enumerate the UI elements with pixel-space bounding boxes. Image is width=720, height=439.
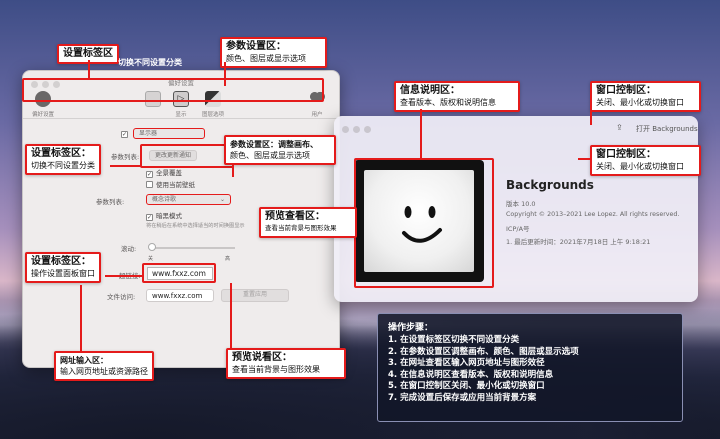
annotation-tab-area-mid: 设置标签区： 切换不同设置分类 [25,144,101,175]
toolbar-divider [23,118,339,119]
about-zoom-button[interactable] [364,126,371,133]
step-item: 2. 在参数设置区调整画布、颜色、图层或显示选项 [388,346,579,357]
open-backgrounds-link[interactable]: 打开 Backgrounds [636,124,698,134]
annotation-preview-bottom: 预览说看区： 查看当前背景与图形效果 [226,348,346,379]
about-minimize-button[interactable] [353,126,360,133]
step-item: 5. 在窗口控制区关闭、最小化或切换窗口 [388,381,545,392]
connector-line [105,275,143,277]
checkbox-desktop-label: 使用当前壁纸 [156,181,195,189]
file-field[interactable]: www.fxxz.com [146,289,214,302]
app-name: Backgrounds [506,178,594,192]
tiny-note: 将在稍后在系统中选择适当的时间换图显示 [146,223,245,229]
connector-line [88,60,90,80]
annotation-param-area-top: 参数设置区： 颜色、图层或显示选项 [220,37,327,68]
file-label: 文件访问: [107,293,136,301]
annotation-window-ctrl-1: 窗口控制区： 关闭、最小化或切换窗口 [590,81,701,112]
app-updated: 1. 最后更新时间：2021年7月18日 上午 9:18:21 [506,238,651,246]
chevron-down-icon: ⌄ [219,196,225,203]
checkbox-dark-label: 暗黑模式 [156,212,182,220]
display-dropdown-value: 显示器 [139,130,158,137]
url-highlight [142,263,216,283]
connector-line [80,285,82,351]
checkbox-desktop[interactable]: 使用当前壁纸 [146,179,195,189]
annotation-tab-area-low: 设置标签区： 操作设置面板窗口 [25,252,101,283]
checkbox-all[interactable]: ✓ 全景覆盖 [146,167,182,178]
about-close-button[interactable] [342,126,349,133]
step-item: 7. 完成设置后保存或应用当前背景方案 [388,392,537,403]
annotation-url-area: 网址输入区： 输入网页地址或资源路径 [54,351,154,381]
share-icon[interactable]: ⇪ [616,123,623,132]
slider-label: 滚动: [121,245,137,253]
connector-line [578,158,590,160]
display-dropdown[interactable]: 显示器 [133,128,205,139]
app-version: 版本 10.0 [506,200,536,208]
step-item: 4. 在信息说明区查看版本、版权和说明信息 [388,369,554,380]
step-item: 1. 在设置标签区切换不同设置分类 [388,335,520,345]
slider-max-label: 高 [225,256,231,262]
slider-thumb[interactable] [148,243,156,251]
checkbox-all-label: 全景覆盖 [156,169,182,177]
app-extra: ICP/A号 [506,225,530,233]
param-select[interactable]: 概念诗歌 ⌄ [146,194,231,205]
connector-line [230,283,232,349]
connector-line [590,95,592,125]
annotation-window-ctrl-2: 窗口控制区： 关闭、最小化或切换窗口 [590,145,701,176]
slider-min-label: 关 [148,256,154,262]
annotation-preview-mid: 预览查看区： 查看当前背景与图形效果 [259,207,357,238]
connector-line [232,165,234,177]
connector-line [224,62,226,86]
steps-panel: 操作步骤： 1. 在设置标签区切换不同设置分类 2. 在参数设置区调整画布、颜色… [377,313,683,422]
annotation-tab-area-top-sub: 切换不同设置分类 [118,58,182,67]
toolbar-highlight [22,78,324,102]
preview-highlight [354,158,494,288]
param-select-value: 概念诗歌 [152,196,177,203]
top-checkbox[interactable]: ✓ [121,129,131,138]
steps-heading: 操作步骤： [388,323,434,333]
annotation-info-area: 信息说明区： 查看版本、版权和说明信息 [394,81,520,112]
param-row-label: 参数列表: [96,198,125,206]
param-list-label: 参数列表: [111,153,140,161]
step-item: 3. 在网址查看区输入网页地址与图形效径 [388,358,545,369]
connector-line [110,165,142,167]
app-copyright: Copyright © 2013–2021 Lee Lopez. All rig… [506,211,680,218]
scroll-slider[interactable] [151,247,235,249]
checkbox-dark[interactable]: ✓ 暗黑模式 [146,210,182,221]
checkbox-highlight [140,144,234,168]
annotation-param-area-mid: 参数设置区：调整画布、 颜色、图层或显示选项 [224,135,336,165]
connector-line [420,109,422,159]
